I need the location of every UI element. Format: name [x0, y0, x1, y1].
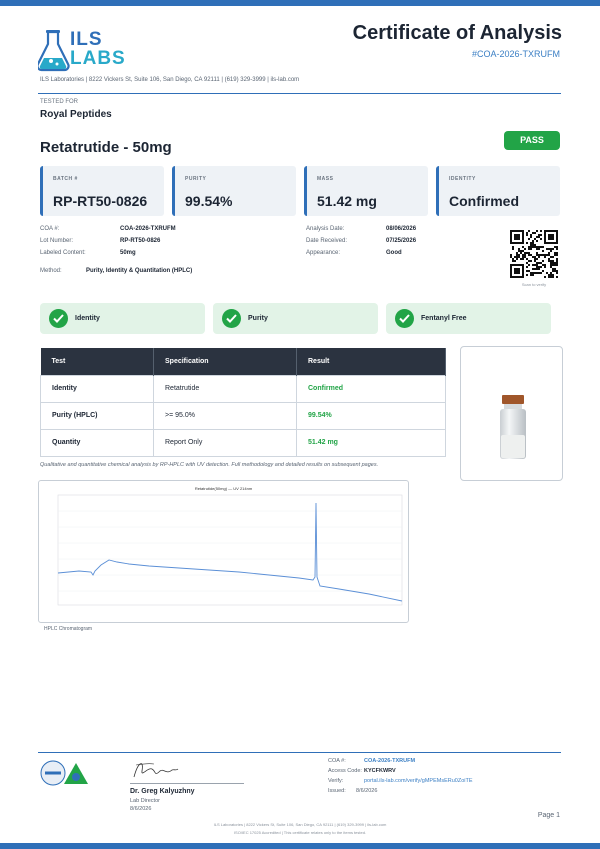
info-value: 08/06/2026 — [386, 226, 417, 232]
info-label: Date Received: — [306, 238, 348, 244]
info-value: 07/25/2026 — [386, 238, 417, 244]
client-name: Royal Peptides — [40, 109, 112, 120]
info-value: RP-RT50-0826 — [120, 238, 161, 244]
verify-link[interactable]: portal.ils-lab.com/verify/gMPEMsERu0ZoiT… — [364, 778, 473, 784]
cell-spec: >= 95.0% — [153, 401, 297, 430]
table-row: Purity (HPLC) >= 95.0% 99.54% — [40, 401, 446, 430]
summary-card-purity: PURITY 99.54% — [172, 166, 296, 216]
summary-key: PURITY — [185, 176, 207, 182]
check-purity: Purity — [213, 303, 378, 334]
info-value: Purity, Identity & Quantitation (HPLC) — [86, 268, 193, 274]
footer-meta-label: Verify: — [328, 778, 344, 784]
info-value: COA-2026-TXRUFM — [120, 226, 176, 232]
footer-meta-label: COA #: — [328, 758, 346, 764]
footer-divider — [38, 752, 561, 753]
check-fentanyl-free: Fentanyl Free — [386, 303, 551, 334]
bottom-accent-bar — [0, 843, 600, 849]
summary-key: BATCH # — [53, 176, 78, 182]
column-header-specification: Specification — [153, 348, 297, 375]
summary-value: RP-RT50-0826 — [53, 193, 148, 209]
footer-disclaimer: ISO/IEC 17025 Accredited | This certific… — [233, 830, 367, 835]
checkmark-icon — [49, 309, 68, 328]
column-header-test: Test — [40, 348, 154, 375]
logo-line-1: ILS — [70, 29, 103, 50]
cell-result: 99.54% — [296, 401, 446, 430]
info-value: 50mg — [120, 250, 136, 256]
footer-meta-label: Access Code: — [328, 768, 362, 774]
footer-access-code: Access Code: KYCFKWRV — [328, 768, 396, 774]
summary-card-batch: BATCH # RP-RT50-0826 — [40, 166, 164, 216]
check-label: Purity — [248, 315, 268, 322]
chromatogram-plot — [57, 494, 403, 606]
cell-result: 51.42 mg — [296, 428, 446, 457]
coa-id: #COA-2026-TXRUFM — [471, 49, 560, 59]
top-accent-bar — [0, 0, 600, 6]
footer-meta-label: Issued: — [328, 788, 346, 794]
table-row: Identity Retatrutide Confirmed — [40, 374, 446, 403]
qr-code-icon[interactable] — [510, 230, 558, 278]
footer-meta-value: COA-2026-TXRUFM — [364, 758, 416, 764]
checkmark-icon — [222, 309, 241, 328]
pass-badge: PASS — [504, 131, 560, 150]
check-label: Identity — [75, 315, 100, 322]
product-name: Retatrutide - 50mg — [40, 139, 172, 156]
summary-key: IDENTITY — [449, 176, 476, 182]
check-identity: Identity — [40, 303, 205, 334]
cell-test: Purity (HPLC) — [40, 401, 154, 430]
cell-test: Quantity — [40, 428, 154, 457]
chromatogram-caption: HPLC Chromatogram — [44, 626, 93, 632]
summary-card-identity: IDENTITY Confirmed — [436, 166, 560, 216]
checkmark-icon — [395, 309, 414, 328]
summary-value: 51.42 mg — [317, 193, 377, 209]
info-value: Good — [386, 250, 402, 256]
info-label: COA #: — [40, 226, 60, 232]
footer-meta-value: 8/6/2026 — [356, 788, 378, 794]
check-label: Fentanyl Free — [421, 315, 467, 322]
info-label: Appearance: — [306, 250, 341, 256]
signature-icon — [133, 763, 179, 778]
qr-caption: Scan to verify — [521, 282, 547, 287]
director-role: Lab Director — [130, 798, 160, 804]
accreditation-seal-icon — [40, 760, 88, 786]
footer-coa: COA #: COA-2026-TXRUFM — [328, 758, 415, 764]
summary-card-mass: MASS 51.42 mg — [304, 166, 428, 216]
results-table: Test Specification Result Identity Retat… — [40, 348, 446, 457]
cell-spec: Report Only — [153, 428, 297, 457]
footer-address: ILS Laboratories | 8222 Vickers St, Suit… — [213, 822, 387, 827]
logo-wordmark: ILS LABS — [70, 30, 126, 68]
sample-photo — [460, 346, 563, 481]
info-label: Method: — [40, 268, 62, 274]
summary-value: 99.54% — [185, 193, 233, 209]
vial-image — [500, 395, 526, 459]
logo-line-2: LABS — [70, 48, 126, 69]
signature-line — [130, 783, 244, 784]
cell-result: Confirmed — [296, 374, 446, 403]
header-divider — [38, 93, 561, 94]
footer-issued: Issued: 8/6/2026 — [328, 788, 377, 794]
table-header-row: Test Specification Result — [40, 348, 446, 375]
lab-address: ILS Laboratories | 8222 Vickers St, Suit… — [40, 77, 300, 83]
info-label: Analysis Date: — [306, 226, 345, 232]
info-label: Lot Number: — [40, 238, 74, 244]
cell-spec: Retatrutide — [153, 374, 297, 403]
table-row: Quantity Report Only 51.42 mg — [40, 428, 446, 457]
footer-verify: Verify: portal.ils-lab.com/verify/gMPEMs… — [328, 778, 473, 784]
info-label: Labeled Content: — [40, 250, 86, 256]
director-date: 8/6/2026 — [130, 806, 152, 812]
chromatogram-panel: Retatrutide(50mg) — UV 214nm — [38, 480, 409, 623]
cell-test: Identity — [40, 374, 154, 403]
summary-value: Confirmed — [449, 193, 519, 209]
page-number: Page 1 — [537, 812, 560, 819]
footer-meta-value: KYCFKWRV — [364, 768, 396, 774]
column-header-result: Result — [296, 348, 446, 375]
page-title: Certificate of Analysis — [352, 22, 562, 44]
summary-key: MASS — [317, 176, 334, 182]
methodology-note: Qualitative and quantitative chemical an… — [40, 462, 379, 468]
tested-for-label: TESTED FOR — [40, 99, 79, 105]
director-name: Dr. Greg Kalyuzhny — [130, 788, 195, 795]
